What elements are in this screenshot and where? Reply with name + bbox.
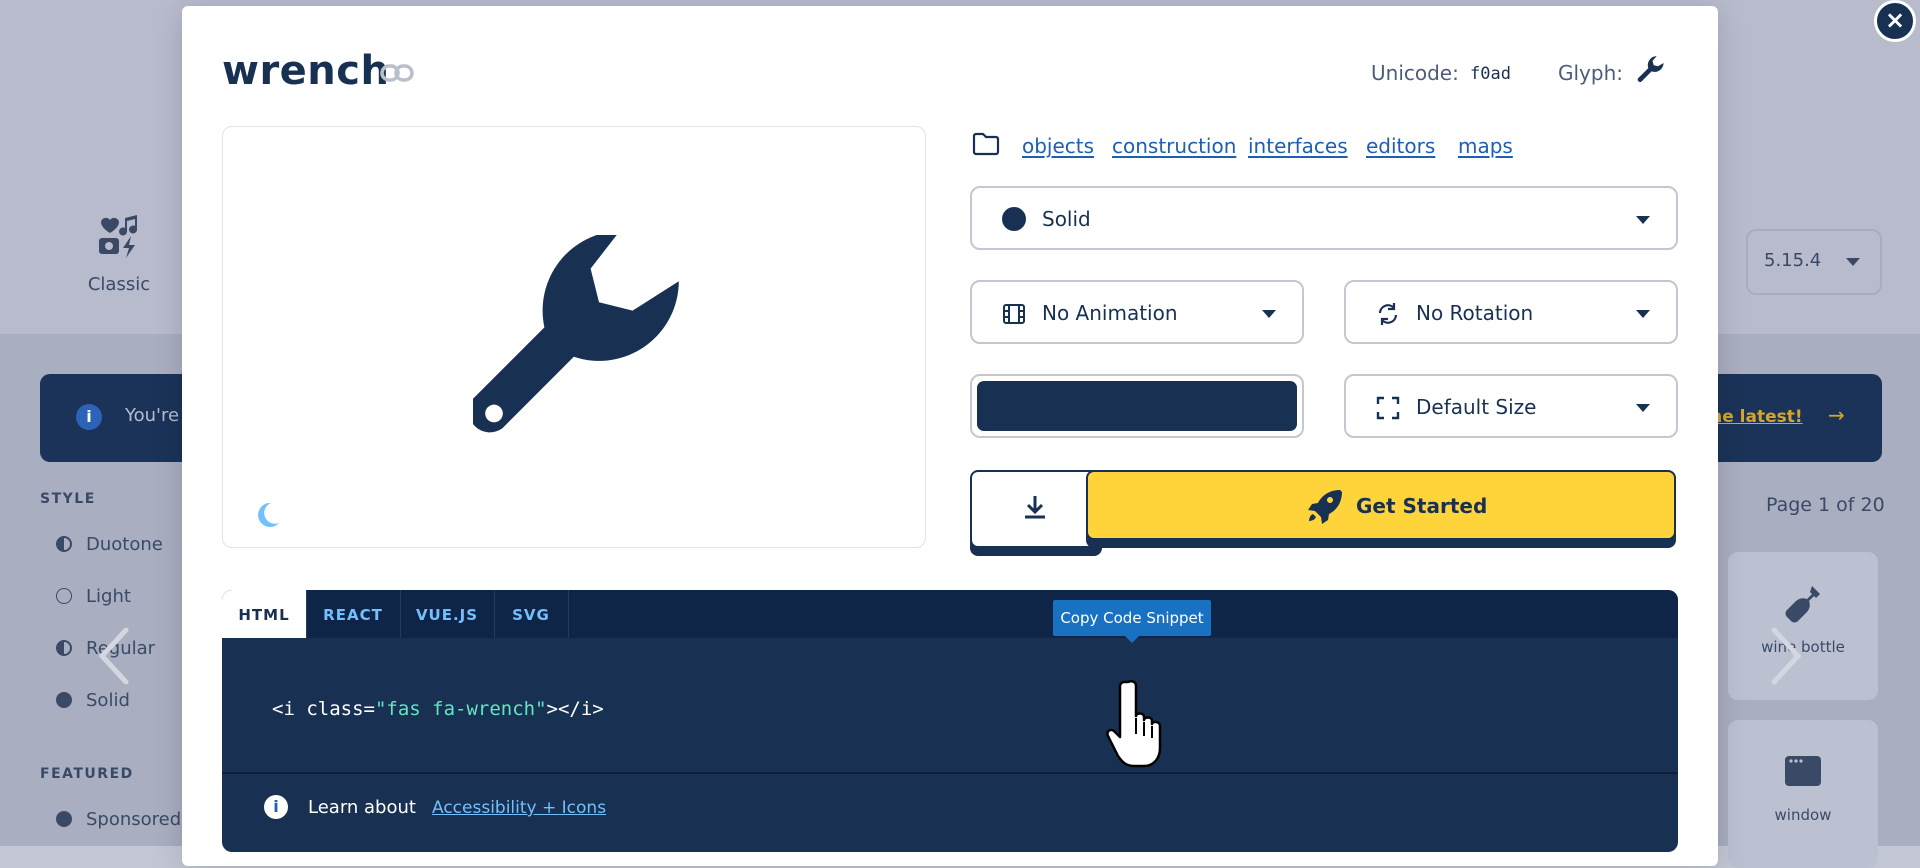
tab-react[interactable]: REACT bbox=[306, 590, 401, 638]
info-icon: i bbox=[264, 795, 288, 819]
icon-preview bbox=[222, 126, 926, 548]
code-divider bbox=[222, 772, 1678, 774]
light-icon bbox=[56, 588, 72, 604]
category-editors[interactable]: editors bbox=[1366, 134, 1435, 158]
style-option-solid[interactable]: Solid bbox=[56, 690, 130, 711]
code-snippet[interactable]: <i class="fas fa-wrench"></i> bbox=[272, 698, 604, 720]
classic-family-option[interactable]: Classic bbox=[72, 212, 166, 295]
rocket-icon bbox=[1308, 490, 1342, 524]
wrench-glyph-icon[interactable] bbox=[1636, 54, 1666, 84]
update-banner-cta[interactable]: the latest! → bbox=[1690, 374, 1882, 462]
category-maps[interactable]: maps bbox=[1458, 134, 1513, 158]
arrows-rotate-icon bbox=[1378, 303, 1398, 325]
icon-title: wrench bbox=[222, 48, 390, 94]
style-select[interactable]: Solid bbox=[970, 186, 1678, 250]
get-started-button[interactable]: Get Started bbox=[1086, 470, 1676, 540]
icon-detail-modal: × wrench Unicode: f0ad Glyph: objects co… bbox=[182, 0, 1916, 866]
chevron-down-icon bbox=[1846, 258, 1860, 266]
expand-icon bbox=[1376, 396, 1400, 420]
style-option-duotone[interactable]: Duotone bbox=[56, 534, 163, 555]
color-picker[interactable] bbox=[970, 374, 1304, 438]
next-arrow-icon[interactable] bbox=[1766, 626, 1806, 686]
wine-bottle-icon bbox=[1785, 586, 1820, 623]
learn-about-text: Learn about bbox=[308, 797, 416, 818]
featured-option-sponsored[interactable]: Sponsored bbox=[56, 809, 181, 830]
close-button[interactable]: × bbox=[1874, 0, 1916, 42]
version-value: 5.15.4 bbox=[1764, 250, 1822, 271]
previous-arrow-icon[interactable] bbox=[94, 626, 134, 686]
code-snippet-panel: HTML REACT VUE.JS SVG <i class="fas fa-w… bbox=[222, 590, 1678, 852]
folder-icon bbox=[972, 132, 1000, 156]
window-icon bbox=[1785, 756, 1821, 786]
page-indicator: Page 1 of 20 bbox=[1766, 494, 1885, 516]
moon-icon[interactable] bbox=[253, 501, 281, 529]
version-select[interactable]: 5.15.4 bbox=[1746, 229, 1882, 295]
rotation-select-value: No Rotation bbox=[1416, 301, 1534, 325]
copy-snippet-tooltip: Copy Code Snippet bbox=[1053, 600, 1211, 643]
unicode-label: Unicode: bbox=[1371, 61, 1459, 85]
style-heading: STYLE bbox=[40, 491, 96, 507]
classic-family-icon bbox=[99, 215, 138, 258]
caret-down-icon bbox=[1636, 404, 1650, 412]
solid-icon bbox=[56, 692, 72, 708]
code-tabs: HTML REACT VUE.JS SVG bbox=[222, 590, 1678, 638]
arrow-right-icon: → bbox=[1828, 403, 1845, 427]
accessibility-link[interactable]: Accessibility + Icons bbox=[432, 798, 606, 818]
info-icon: i bbox=[76, 404, 102, 430]
glyph-label: Glyph: bbox=[1558, 61, 1623, 85]
caret-down-icon bbox=[1636, 216, 1650, 224]
style-option-light[interactable]: Light bbox=[56, 586, 131, 607]
rotation-select[interactable]: No Rotation bbox=[1344, 280, 1678, 344]
caret-down-icon bbox=[1636, 310, 1650, 318]
film-icon bbox=[1003, 304, 1025, 324]
link-icon[interactable] bbox=[380, 62, 414, 84]
solid-circle-icon bbox=[1002, 207, 1026, 231]
color-swatch bbox=[977, 381, 1297, 431]
banner-text: You're bbox=[125, 405, 180, 426]
category-objects[interactable]: objects bbox=[1022, 134, 1094, 158]
caret-down-icon bbox=[1262, 310, 1276, 318]
tab-vuejs[interactable]: VUE.JS bbox=[400, 590, 495, 638]
style-select-value: Solid bbox=[1042, 207, 1091, 231]
download-button[interactable] bbox=[970, 470, 1102, 548]
tab-svg[interactable]: SVG bbox=[494, 590, 569, 638]
duotone-icon bbox=[56, 536, 72, 552]
animation-select-value: No Animation bbox=[1042, 301, 1178, 325]
size-select-value: Default Size bbox=[1416, 395, 1537, 419]
featured-heading: FEATURED bbox=[40, 766, 134, 782]
download-icon bbox=[1025, 496, 1045, 519]
sponsored-icon bbox=[56, 811, 72, 827]
category-interfaces[interactable]: interfaces bbox=[1248, 134, 1348, 158]
regular-icon bbox=[56, 640, 72, 656]
size-select[interactable]: Default Size bbox=[1344, 374, 1678, 438]
get-started-label: Get Started bbox=[1356, 494, 1488, 518]
hand-pointer-cursor-icon bbox=[1106, 679, 1162, 768]
tab-html[interactable]: HTML bbox=[222, 590, 307, 638]
animation-select[interactable]: No Animation bbox=[970, 280, 1304, 344]
classic-family-label: Classic bbox=[87, 274, 151, 295]
category-construction[interactable]: construction bbox=[1112, 134, 1236, 158]
unicode-value[interactable]: f0ad bbox=[1470, 64, 1511, 84]
card-label: window bbox=[1774, 806, 1832, 824]
wrench-icon bbox=[473, 235, 679, 433]
